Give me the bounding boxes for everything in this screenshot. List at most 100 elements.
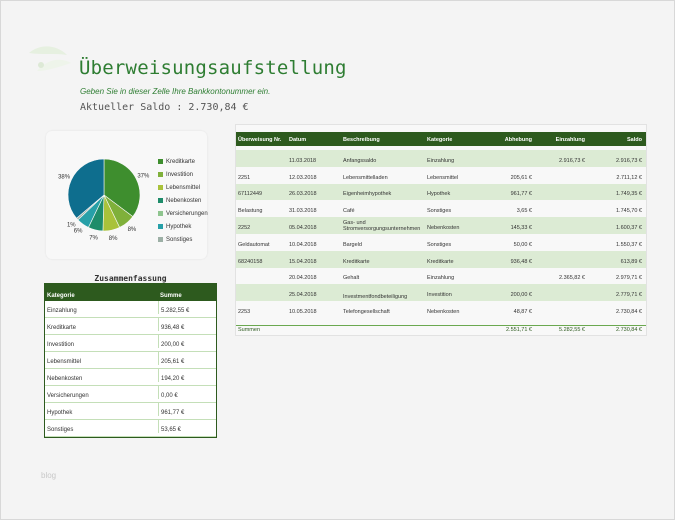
summary-sum-cell[interactable]: 0,00 € bbox=[159, 386, 216, 399]
table-cell[interactable]: Nebenkosten bbox=[427, 309, 487, 315]
table-row[interactable]: 68240158 15.04.2018 Kreditkarte Kreditkarte… bbox=[236, 250, 646, 268]
table-cell[interactable]: Sonstiges bbox=[427, 208, 487, 214]
table-cell[interactable]: 11.03.2018 bbox=[289, 158, 335, 164]
table-cell[interactable]: 12.03.2018 bbox=[289, 175, 335, 181]
table-cell[interactable]: Lebensmittel bbox=[427, 175, 487, 181]
summary-category-cell[interactable]: Versicherungen bbox=[45, 386, 159, 399]
table-cell[interactable]: 2.916,73 € bbox=[536, 158, 585, 164]
transactions-table[interactable]: Überweisung Nr. Datum Beschreibung Kategori… bbox=[235, 124, 647, 336]
table-cell[interactable]: 10.05.2018 bbox=[289, 309, 335, 315]
table-row[interactable]: 2251 12.03.2018 Lebensmittelladen Lebensmit… bbox=[236, 166, 646, 184]
summary-row[interactable]: Einzahlung 5.282,55 € bbox=[45, 301, 216, 318]
summary-sum-cell[interactable]: 53,65 € bbox=[159, 420, 216, 433]
table-cell[interactable]: Gas- und Stromversorgungsunternehmen bbox=[343, 220, 427, 233]
table-cell[interactable]: 15.04.2018 bbox=[289, 259, 335, 265]
summary-row[interactable]: Versicherungen 0,00 € bbox=[45, 386, 216, 403]
table-cell[interactable]: 936,48 € bbox=[491, 259, 532, 265]
column-header[interactable]: Abhebung bbox=[491, 137, 532, 143]
column-header[interactable]: Überweisung Nr. bbox=[238, 137, 288, 143]
table-cell[interactable]: 200,00 € bbox=[491, 292, 532, 298]
column-header[interactable]: Saldo bbox=[591, 137, 642, 143]
table-row[interactable]: Geldautomat 10.04.2018 Bargeld Sonstiges 50,… bbox=[236, 234, 646, 251]
column-header[interactable]: Datum bbox=[289, 137, 335, 143]
table-cell[interactable]: 2.979,71 € bbox=[591, 275, 642, 281]
summary-sum-cell[interactable]: 961,77 € bbox=[159, 403, 216, 416]
table-cell[interactable]: Lebensmittelladen bbox=[343, 175, 427, 181]
table-cell[interactable]: Hypothek bbox=[427, 191, 487, 197]
table-cell[interactable]: 10.04.2018 bbox=[289, 242, 335, 248]
table-cell[interactable]: 05.04.2018 bbox=[289, 225, 335, 231]
summary-category-cell[interactable]: Nebenkosten bbox=[45, 369, 159, 382]
table-cell[interactable]: Eigenheimhypothek bbox=[343, 191, 427, 197]
table-cell[interactable]: 20.04.2018 bbox=[289, 275, 335, 281]
table-cell[interactable]: 25.04.2018 bbox=[289, 292, 335, 298]
totals-cell[interactable]: 2.730,84 € bbox=[591, 327, 642, 333]
totals-row[interactable]: Summen 2.551,71 € 5.282,55 € 2.730,84 € bbox=[236, 325, 646, 336]
table-cell[interactable]: 1.600,37 € bbox=[591, 225, 642, 231]
summary-category-cell[interactable]: Kreditkarte bbox=[45, 318, 159, 331]
summary-category-cell[interactable]: Lebensmittel bbox=[45, 352, 159, 365]
table-cell[interactable]: 205,61 € bbox=[491, 175, 532, 181]
summary-category-cell[interactable]: Einzahlung bbox=[45, 301, 159, 314]
summary-row[interactable]: Sonstiges 53,65 € bbox=[45, 420, 216, 437]
table-cell[interactable]: 145,33 € bbox=[491, 225, 532, 231]
table-cell[interactable]: 67112449 bbox=[238, 191, 288, 197]
summary-sum-cell[interactable]: 200,00 € bbox=[159, 335, 216, 348]
table-cell[interactable]: 2.365,82 € bbox=[536, 275, 585, 281]
table-cell[interactable]: Gehalt bbox=[343, 275, 427, 281]
table-row[interactable]: 67112449 26.03.2018 Eigenheimhypothek Hypot… bbox=[236, 183, 646, 201]
table-cell[interactable]: 31.03.2018 bbox=[289, 208, 335, 214]
table-cell[interactable]: 2.779,71 € bbox=[591, 292, 642, 298]
summary-category-cell[interactable]: Hypothek bbox=[45, 403, 159, 416]
table-cell[interactable]: 50,00 € bbox=[491, 242, 532, 248]
table-cell[interactable]: 48,87 € bbox=[491, 309, 532, 315]
table-cell[interactable]: Kreditkarte bbox=[343, 259, 427, 265]
summary-sum-cell[interactable]: 936,48 € bbox=[159, 318, 216, 331]
table-row[interactable]: 2253 10.05.2018 Telefongesellschaft Nebenko… bbox=[236, 301, 646, 318]
table-cell[interactable]: Bargeld bbox=[343, 242, 427, 248]
table-row[interactable]: Belastung 31.03.2018 Café Sonstiges 3,65 € 1.… bbox=[236, 200, 646, 218]
table-cell[interactable]: Investition bbox=[427, 292, 487, 298]
table-cell[interactable]: Café bbox=[343, 208, 427, 214]
table-cell[interactable]: Sonstiges bbox=[427, 242, 487, 248]
table-cell[interactable]: 2253 bbox=[238, 309, 288, 315]
summary-sum-cell[interactable]: 194,20 € bbox=[159, 369, 216, 382]
pie-chart-card[interactable]: 37% 8% 8% 7% 6% 1% 38% Kreditkarte Investition L… bbox=[46, 131, 208, 259]
table-cell[interactable]: 2.711,12 € bbox=[591, 175, 642, 181]
summary-category-cell[interactable]: Investition bbox=[45, 335, 159, 348]
table-cell[interactable]: 2251 bbox=[238, 175, 288, 181]
table-cell[interactable]: Geldautomat bbox=[238, 242, 288, 248]
table-cell[interactable]: Nebenkosten bbox=[427, 225, 487, 231]
summary-sum-cell[interactable]: 5.282,55 € bbox=[159, 301, 216, 314]
table-cell[interactable]: 3,65 € bbox=[491, 208, 532, 214]
table-cell[interactable]: 68240158 bbox=[238, 259, 288, 265]
column-header[interactable]: Einzahlung bbox=[536, 137, 585, 143]
totals-cell[interactable]: 2.551,71 € bbox=[491, 327, 532, 333]
table-cell[interactable]: 1.550,37 € bbox=[591, 242, 642, 248]
table-cell[interactable]: Belastung bbox=[238, 208, 288, 214]
table-row[interactable]: 2252 05.04.2018 Gas- und Stromversorgungsu… bbox=[236, 217, 646, 234]
table-row[interactable]: 20.04.2018 Gehalt Einzahlung 2.365,82 € 2.97… bbox=[236, 267, 646, 285]
table-row[interactable]: 11.03.2018 Anfangssaldo Einzahlung 2.916,73… bbox=[236, 150, 646, 167]
table-cell[interactable]: 2.916,73 € bbox=[591, 158, 642, 164]
summary-row[interactable]: Lebensmittel 205,61 € bbox=[45, 352, 216, 369]
table-cell[interactable]: Einzahlung bbox=[427, 275, 487, 281]
summary-row[interactable]: Hypothek 961,77 € bbox=[45, 403, 216, 420]
summary-table[interactable]: Kategorie Summe Einzahlung 5.282,55 € Kred… bbox=[44, 283, 217, 438]
table-row[interactable]: 25.04.2018 Investmentfondbeteiligung Inves… bbox=[236, 284, 646, 302]
summary-category-cell[interactable]: Sonstiges bbox=[45, 420, 159, 433]
account-number-hint[interactable]: Geben Sie in dieser Zelle Ihre Bankkonto… bbox=[80, 87, 270, 96]
summary-row[interactable]: Kreditkarte 936,48 € bbox=[45, 318, 216, 335]
table-cell[interactable]: Telefongesellschaft bbox=[343, 309, 427, 315]
table-cell[interactable]: 961,77 € bbox=[491, 191, 532, 197]
table-cell[interactable]: 613,89 € bbox=[591, 259, 642, 265]
column-header[interactable]: Beschreibung bbox=[343, 137, 427, 143]
table-cell[interactable]: Einzahlung bbox=[427, 158, 487, 164]
table-cell[interactable]: Kreditkarte bbox=[427, 259, 487, 265]
table-cell[interactable]: 1.749,35 € bbox=[591, 191, 642, 197]
summary-row[interactable]: Investition 200,00 € bbox=[45, 335, 216, 352]
totals-cell[interactable]: Summen bbox=[238, 327, 288, 333]
table-cell[interactable]: Anfangssaldo bbox=[343, 158, 427, 164]
table-cell[interactable]: 1.745,70 € bbox=[591, 208, 642, 214]
column-header[interactable]: Kategorie bbox=[427, 137, 487, 143]
